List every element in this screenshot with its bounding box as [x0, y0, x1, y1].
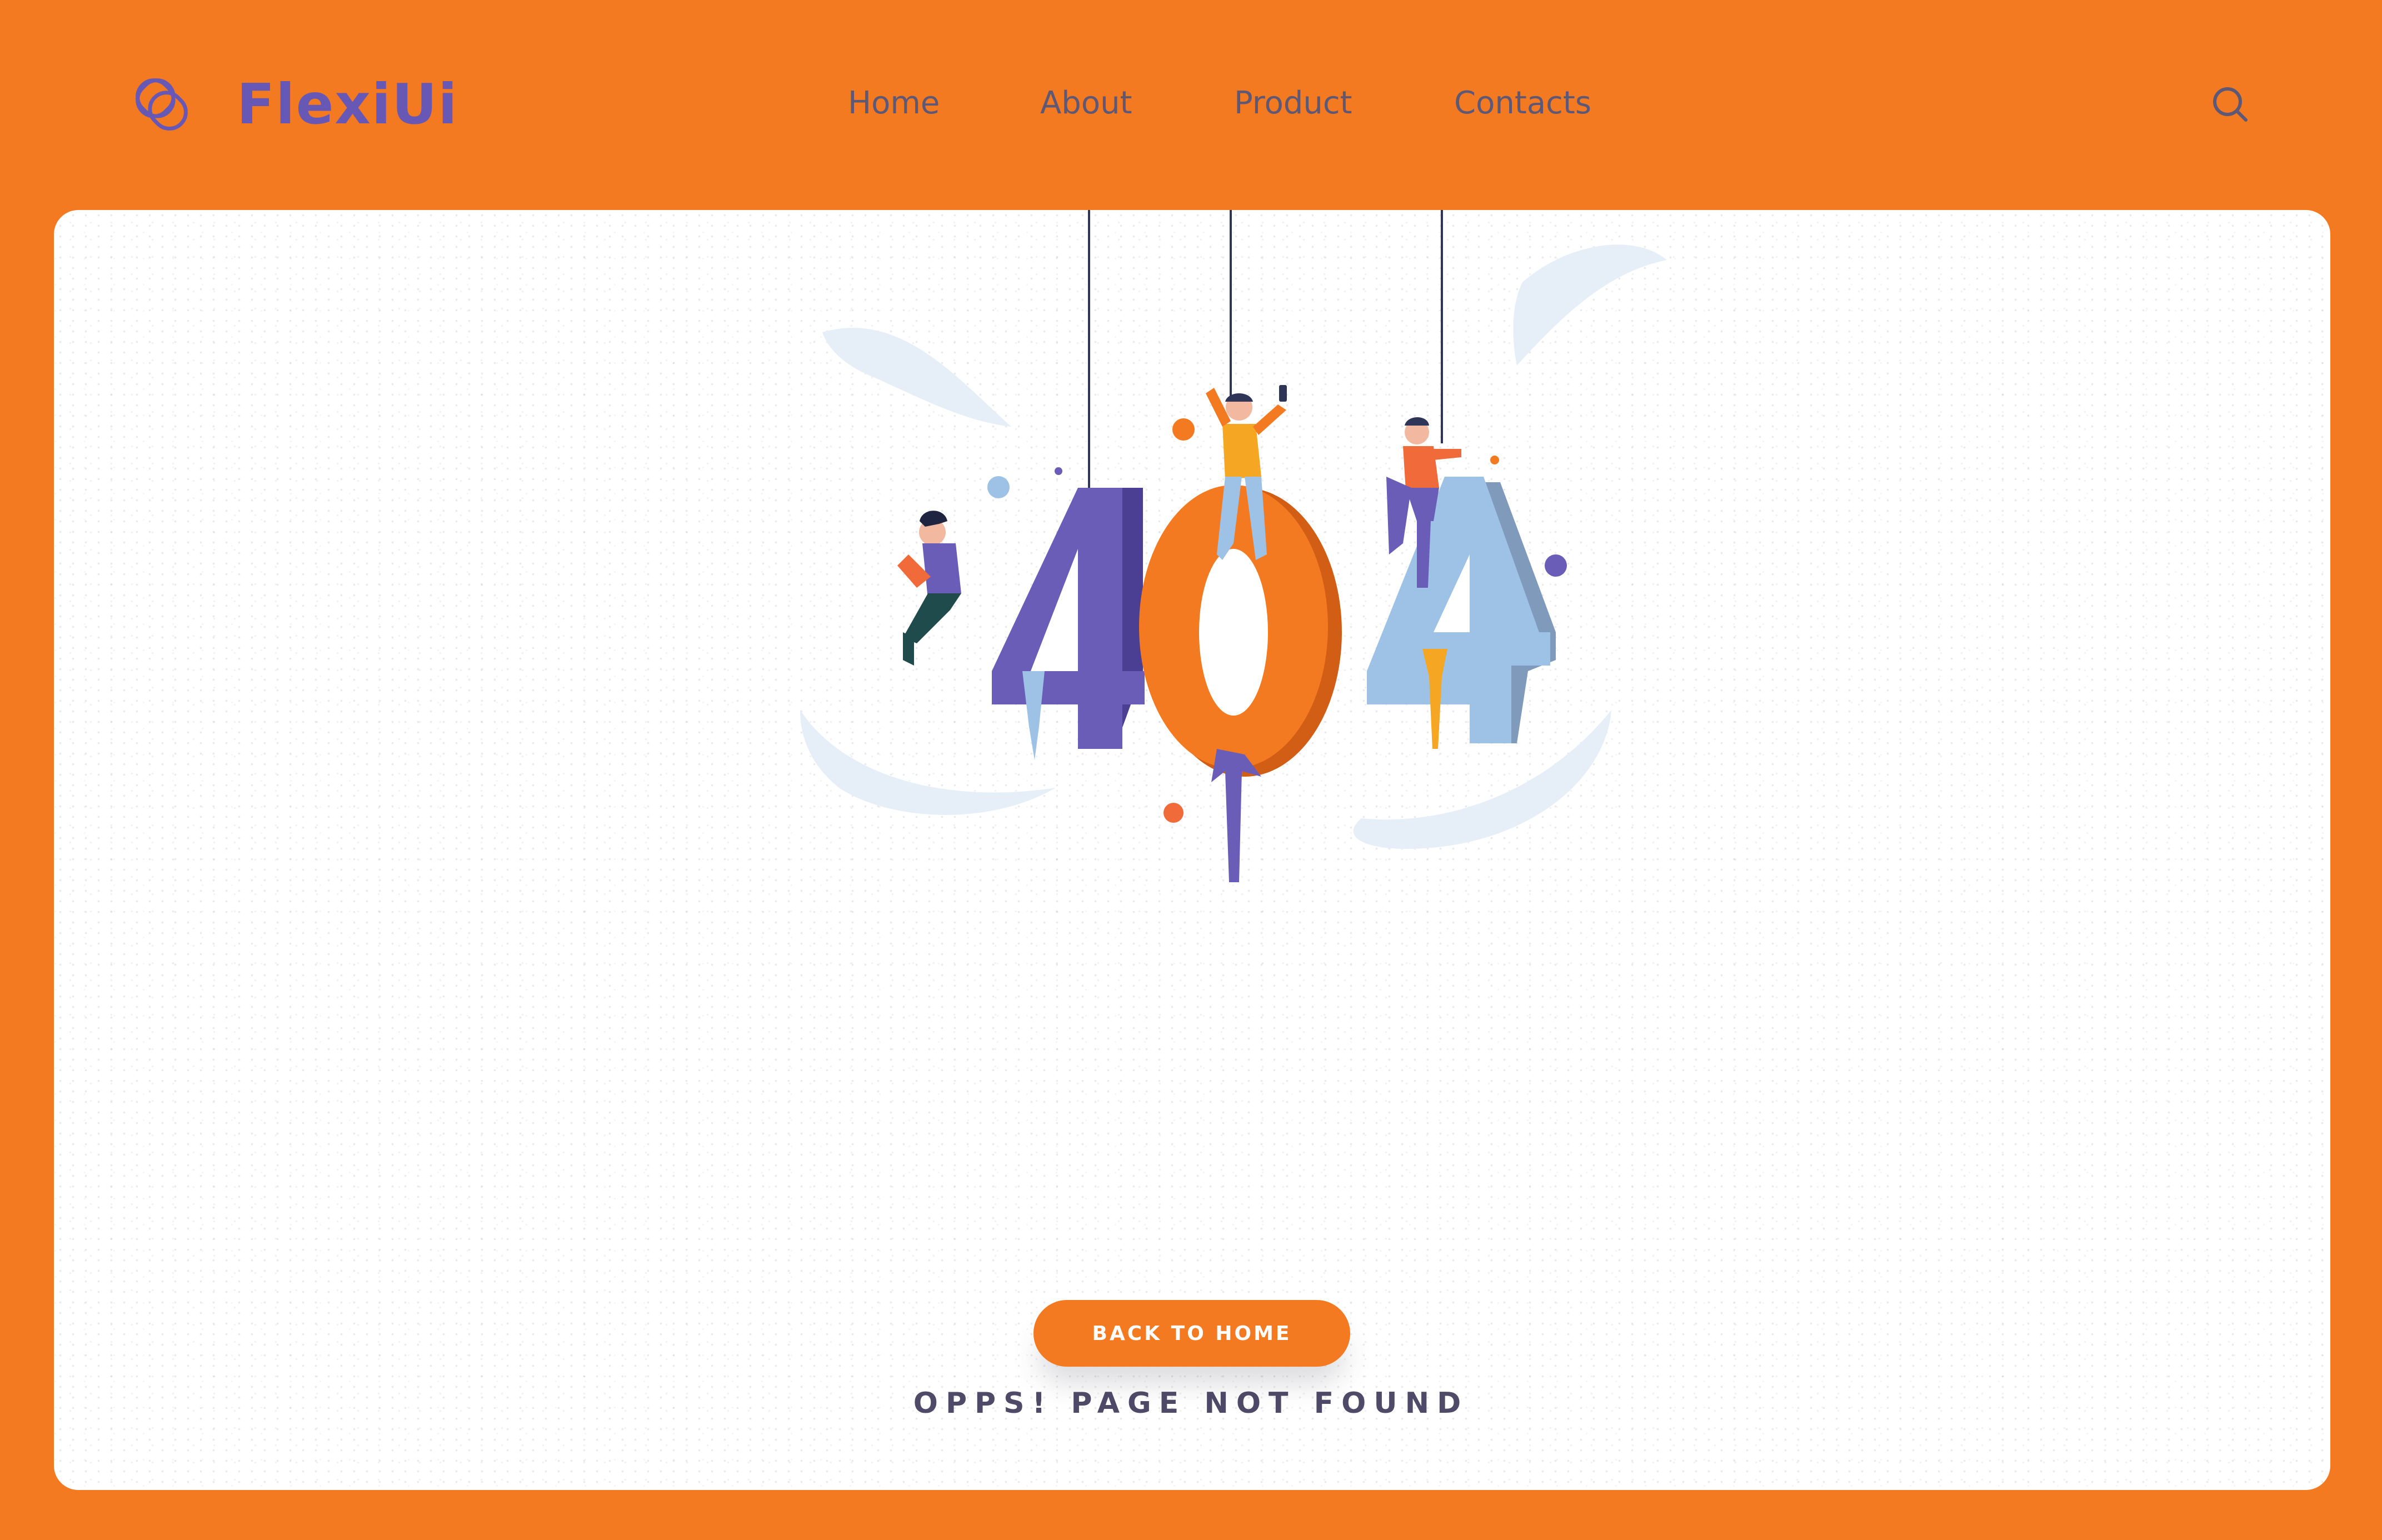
digit-four-left [992, 488, 1145, 760]
cloud-swoosh [800, 710, 1056, 815]
nav-item-contacts[interactable]: Contacts [1454, 82, 1591, 124]
content-card: OPPS! PAGE NOT FOUND BACK TO HOME [54, 210, 2330, 1490]
person-with-laptop [897, 511, 961, 666]
main-nav: Home About Product Contacts [0, 82, 2382, 124]
nav-item-home[interactable]: Home [848, 82, 940, 124]
404-illustration [800, 210, 1667, 882]
nav-item-product[interactable]: Product [1234, 82, 1352, 124]
deco-dot [1172, 418, 1195, 441]
back-to-home-button[interactable]: BACK TO HOME [1033, 1300, 1350, 1367]
digit-zero [1139, 485, 1342, 882]
nav-item-about[interactable]: About [1040, 82, 1132, 124]
deco-dot [987, 476, 1010, 498]
deco-dot [1545, 554, 1567, 577]
cloud-swoosh [822, 328, 1011, 427]
deco-dot [1055, 467, 1062, 475]
header: FlexiUi Home About Product Contacts [0, 0, 2382, 210]
deco-dot [1163, 803, 1183, 823]
cloud-swoosh [1513, 244, 1667, 366]
search-icon[interactable] [2209, 83, 2251, 126]
deco-dot [1490, 456, 1499, 464]
error-message: OPPS! PAGE NOT FOUND [913, 1387, 1469, 1420]
error-page: FlexiUi Home About Product Contacts OPPS… [0, 0, 2382, 1540]
